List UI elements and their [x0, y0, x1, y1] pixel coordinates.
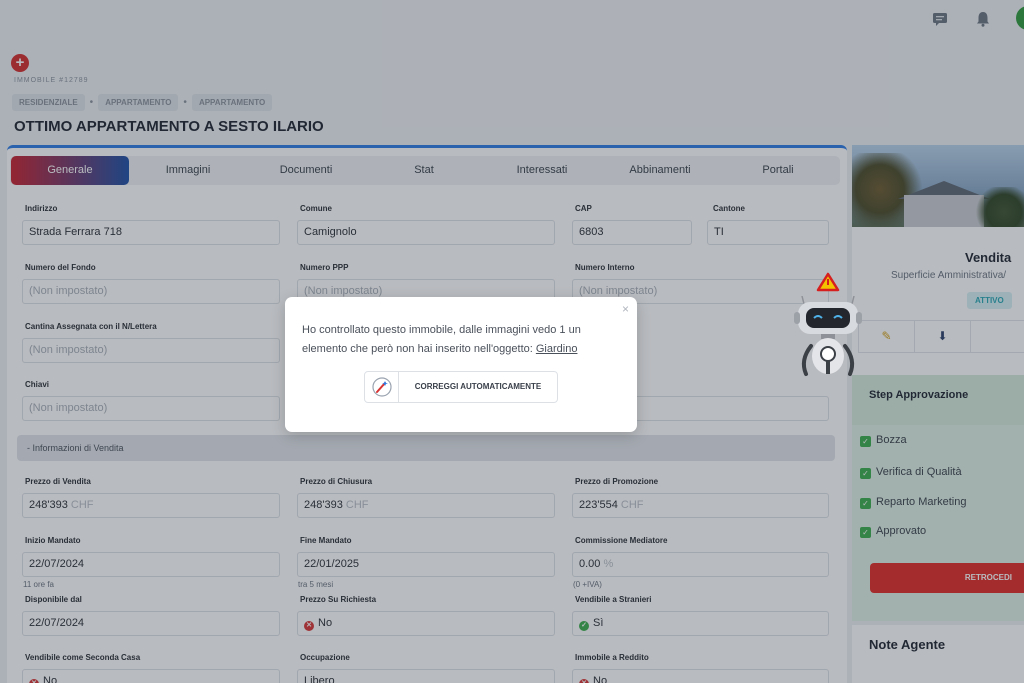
auto-correct-label: CORREGGI AUTOMATICAMENTE — [414, 382, 542, 391]
close-icon[interactable]: × — [622, 302, 629, 316]
robot-assistant-icon[interactable] — [792, 270, 862, 382]
modal-message: Ho controllato questo immobile, dalle im… — [302, 321, 622, 359]
magic-wand-icon — [365, 372, 399, 402]
ai-suggestion-modal: × Ho controllato questo immobile, dalle … — [285, 297, 637, 432]
modal-link-giardino[interactable]: Giardino — [536, 343, 578, 355]
auto-correct-button[interactable]: CORREGGI AUTOMATICAMENTE — [364, 371, 558, 403]
